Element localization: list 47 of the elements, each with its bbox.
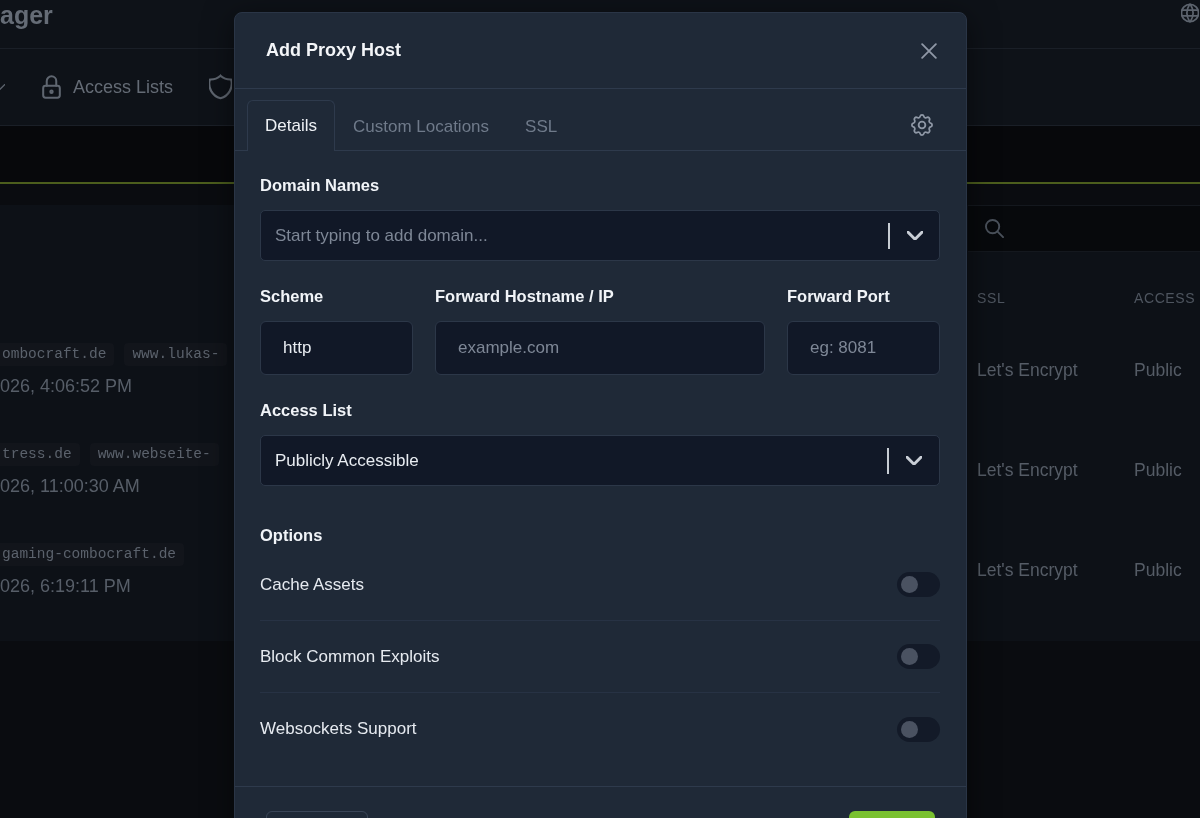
field-label: Domain Names	[260, 175, 380, 196]
lock-icon	[42, 75, 61, 99]
toggle-switch[interactable]	[897, 644, 940, 669]
field-label: Forward Hostname / IP	[435, 286, 614, 307]
app-title: ager	[0, 1, 53, 29]
column-header: ACCESS	[1134, 289, 1196, 306]
section-title: Options	[260, 525, 323, 546]
option-label: Cache Assets	[260, 573, 364, 596]
port-field[interactable]: eg: 8081	[787, 321, 940, 375]
field-label: Access List	[260, 400, 352, 421]
access-list-select[interactable]: Publicly Accessible	[260, 435, 940, 486]
domain-tag: ombocraft.de	[0, 343, 115, 366]
date-text: 026, 4:06:52 PM	[0, 375, 133, 397]
domain-tag: www.webseite-	[89, 443, 219, 466]
table-cell: Let's Encrypt	[977, 559, 1078, 580]
search-field[interactable]	[968, 205, 1200, 252]
chevron-down-icon[interactable]	[907, 231, 923, 240]
tab[interactable]: Details	[247, 100, 335, 151]
search-icon	[985, 219, 1004, 238]
toggle-switch[interactable]	[897, 572, 940, 597]
table-cell: Public	[1134, 559, 1182, 580]
close-icon[interactable]	[921, 42, 937, 59]
option-label: Websockets Support	[260, 718, 417, 741]
scheme-field[interactable]: http	[260, 321, 413, 375]
shield-icon[interactable]	[209, 74, 233, 100]
date-text: 026, 6:19:11 PM	[0, 575, 131, 597]
option-label: Block Common Exploits	[260, 645, 440, 668]
toggle-switch[interactable]	[897, 716, 940, 742]
table-cell: Let's Encrypt	[977, 459, 1078, 480]
table-cell: Public	[1134, 459, 1182, 480]
chevron-icon[interactable]	[0, 84, 5, 90]
field-label: Scheme	[260, 286, 324, 307]
domain-tag: tress.de	[0, 443, 80, 466]
hostname-field[interactable]: example.com	[435, 321, 765, 375]
dialog-title: Add Proxy Host	[266, 39, 402, 62]
field-label: Forward Port	[787, 286, 890, 307]
date-text: 026, 11:00:30 AM	[0, 475, 140, 497]
column-header: SSL	[977, 289, 1006, 306]
table-cell: Public	[1134, 359, 1182, 380]
settings-icon[interactable]	[911, 114, 933, 136]
domain-tag: gaming-combocraft.de	[0, 543, 185, 566]
domain-tag: www.lukas-	[124, 343, 228, 366]
chevron-down-icon[interactable]	[906, 456, 922, 465]
nav-link[interactable]: Access Lists	[42, 73, 174, 101]
domain-select[interactable]: Start typing to add domain...	[260, 210, 940, 261]
globe-icon[interactable]	[1181, 3, 1199, 23]
table-cell: Let's Encrypt	[977, 359, 1078, 380]
